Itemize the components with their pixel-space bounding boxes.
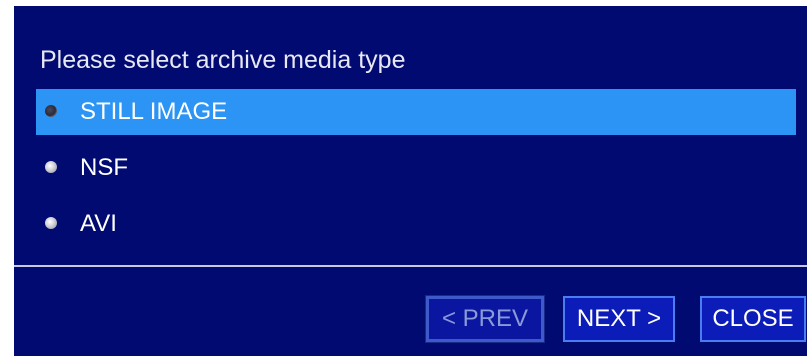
prev-button[interactable]: < PREV bbox=[425, 295, 545, 343]
radio-selected-icon[interactable] bbox=[45, 105, 57, 117]
next-button[interactable]: NEXT > bbox=[563, 296, 675, 342]
option-nsf[interactable]: NSF bbox=[36, 145, 796, 191]
option-label: NSF bbox=[80, 154, 128, 181]
option-still-image[interactable]: STILL IMAGE bbox=[36, 89, 796, 135]
radio-icon[interactable] bbox=[45, 217, 57, 229]
option-label: AVI bbox=[80, 210, 117, 237]
radio-icon[interactable] bbox=[45, 161, 57, 173]
dialog-prompt: Please select archive media type bbox=[40, 46, 406, 74]
archive-media-dialog: Please select archive media type STILL I… bbox=[14, 6, 807, 356]
option-avi[interactable]: AVI bbox=[36, 201, 796, 247]
option-label: STILL IMAGE bbox=[80, 98, 228, 125]
divider bbox=[14, 265, 807, 267]
close-button[interactable]: CLOSE bbox=[700, 296, 806, 342]
